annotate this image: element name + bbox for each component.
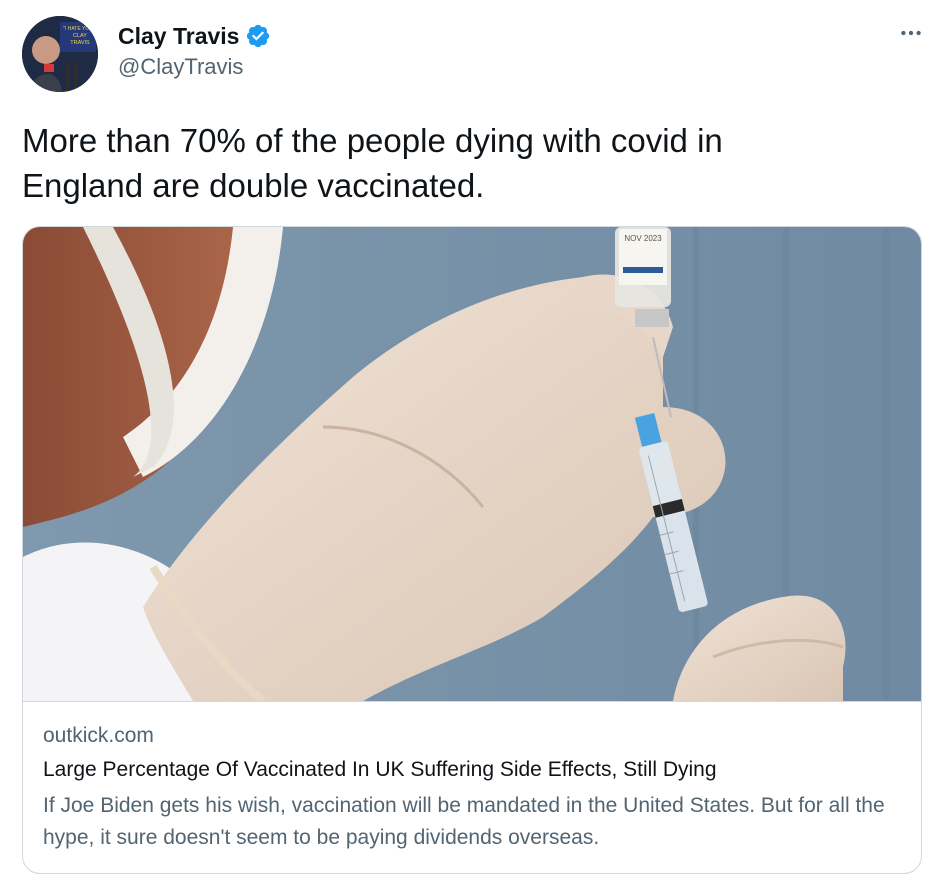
link-preview-card[interactable]: NOV 2023 outkick.com Large Percentage Of… [22, 226, 922, 874]
card-title[interactable]: Large Percentage Of Vaccinated In UK Suf… [43, 758, 717, 782]
author-handle[interactable]: @ClayTravis [118, 54, 243, 80]
card-image[interactable]: NOV 2023 [23, 227, 921, 701]
vial-label-text: NOV 2023 [624, 234, 662, 243]
name-row: Clay Travis [118, 20, 271, 52]
avatar-photo: "I HATE YOU CLAY TRAVIS [22, 16, 98, 92]
avatar-sign-text: "I HATE YOU [63, 26, 93, 32]
verified-badge-icon [245, 23, 271, 49]
tweet-text: More than 70% of the people dying with c… [22, 122, 723, 204]
vaccine-syringe-photo: NOV 2023 [23, 227, 921, 701]
card-domain[interactable]: outkick.com [43, 724, 154, 748]
svg-text:CLAY: CLAY [73, 33, 87, 39]
more-options-button[interactable] [896, 18, 926, 48]
tweet: "I HATE YOU CLAY TRAVIS Clay Travis @Cla… [0, 0, 940, 894]
card-description: If Joe Biden gets his wish, vaccination … [43, 794, 885, 849]
more-options-icon [901, 30, 921, 36]
svg-text:TRAVIS: TRAVIS [70, 40, 90, 46]
avatar[interactable]: "I HATE YOU CLAY TRAVIS [22, 16, 98, 92]
display-name[interactable]: Clay Travis [118, 23, 239, 50]
card-divider [23, 701, 921, 702]
